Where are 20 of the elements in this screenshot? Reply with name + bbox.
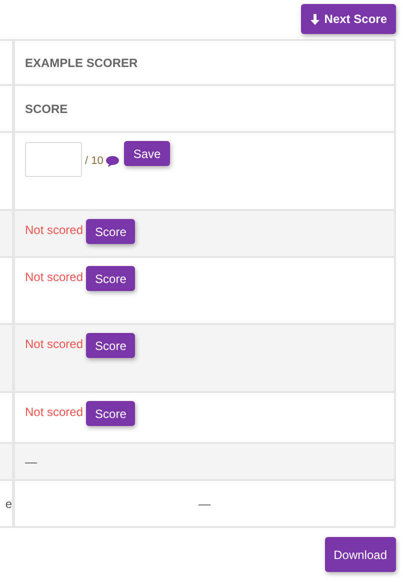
total-score: — [198,496,210,510]
score-button[interactable]: Score [86,333,136,358]
row-label: e [5,496,12,510]
score-button[interactable]: Score [86,219,136,244]
score-button[interactable]: Score [86,266,136,291]
not-scored-status: Not scored [25,337,84,351]
arrow-down-icon [310,14,320,24]
download-button[interactable]: Download [324,537,396,572]
score-button[interactable]: Score [86,401,136,426]
not-scored-status: Not scored [25,405,84,419]
comment-icon [106,156,120,167]
empty-score: — [25,454,37,468]
score-input-field[interactable] [25,142,82,177]
save-button[interactable]: Save [124,141,170,166]
column-header: SCORE [25,102,68,116]
max-score-label: / 10 [85,155,104,167]
not-scored-status: Not scored [25,270,84,284]
not-scored-status: Not scored [25,223,84,237]
column-header: EXAMPLE SCORER [25,56,138,70]
next-score-button[interactable]: Next Score [301,4,396,34]
